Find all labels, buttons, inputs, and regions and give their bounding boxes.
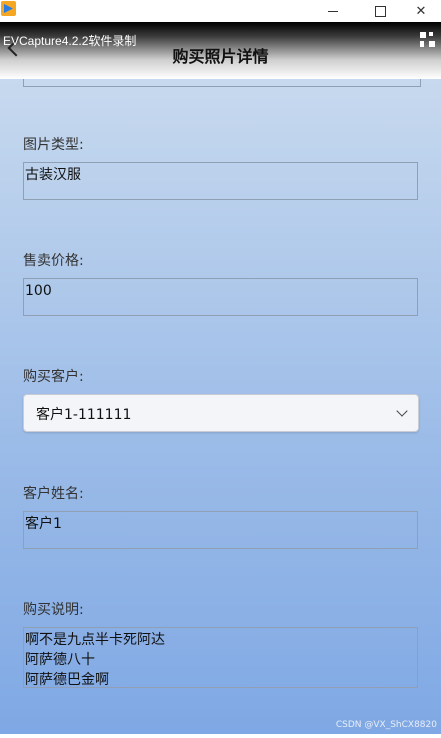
previous-field[interactable] (23, 79, 421, 87)
description-line: 阿萨德八十 (25, 652, 95, 668)
photo-type-label: 图片类型: (23, 137, 84, 153)
maximize-button[interactable] (360, 0, 400, 22)
customer-name-label: 客户姓名: (23, 486, 84, 502)
csdn-watermark: CSDN @VX_ShCX8820 (335, 720, 437, 730)
app-icon (1, 1, 16, 16)
window-title-bar: ✕ (0, 0, 441, 22)
customer-select-value: 客户1-111111 (36, 407, 132, 423)
app-header: EVCapture4.2.2软件录制 购买照片详情 (0, 22, 441, 79)
maximize-icon (374, 5, 386, 17)
chevron-down-icon (396, 405, 408, 417)
close-icon: ✕ (415, 3, 427, 19)
page-title: 购买照片详情 (172, 47, 269, 66)
description-line: 啊不是九点半卡死阿达 (25, 632, 165, 648)
photo-type-field[interactable]: 古装汉服 (23, 162, 418, 200)
bottom-edge (0, 734, 441, 738)
description-line: 阿萨德巴金啊 (25, 672, 109, 688)
minimize-button[interactable] (313, 0, 353, 22)
price-field[interactable]: 100 (23, 278, 418, 316)
grid-menu-icon[interactable] (420, 32, 438, 48)
customer-select[interactable]: 客户1-111111 (23, 394, 419, 432)
price-label: 售卖价格: (23, 253, 84, 269)
customer-label: 购买客户: (23, 369, 84, 385)
minimize-icon (328, 10, 338, 12)
form-container: 图片类型: 古装汉服 售卖价格: 100 购买客户: 客户1-111111 客户… (0, 79, 441, 734)
close-button[interactable]: ✕ (401, 0, 441, 22)
description-label: 购买说明: (23, 602, 84, 618)
description-field[interactable]: 啊不是九点半卡死阿达 阿萨德八十 阿萨德巴金啊 (23, 627, 418, 688)
customer-name-field[interactable]: 客户1 (23, 511, 418, 549)
